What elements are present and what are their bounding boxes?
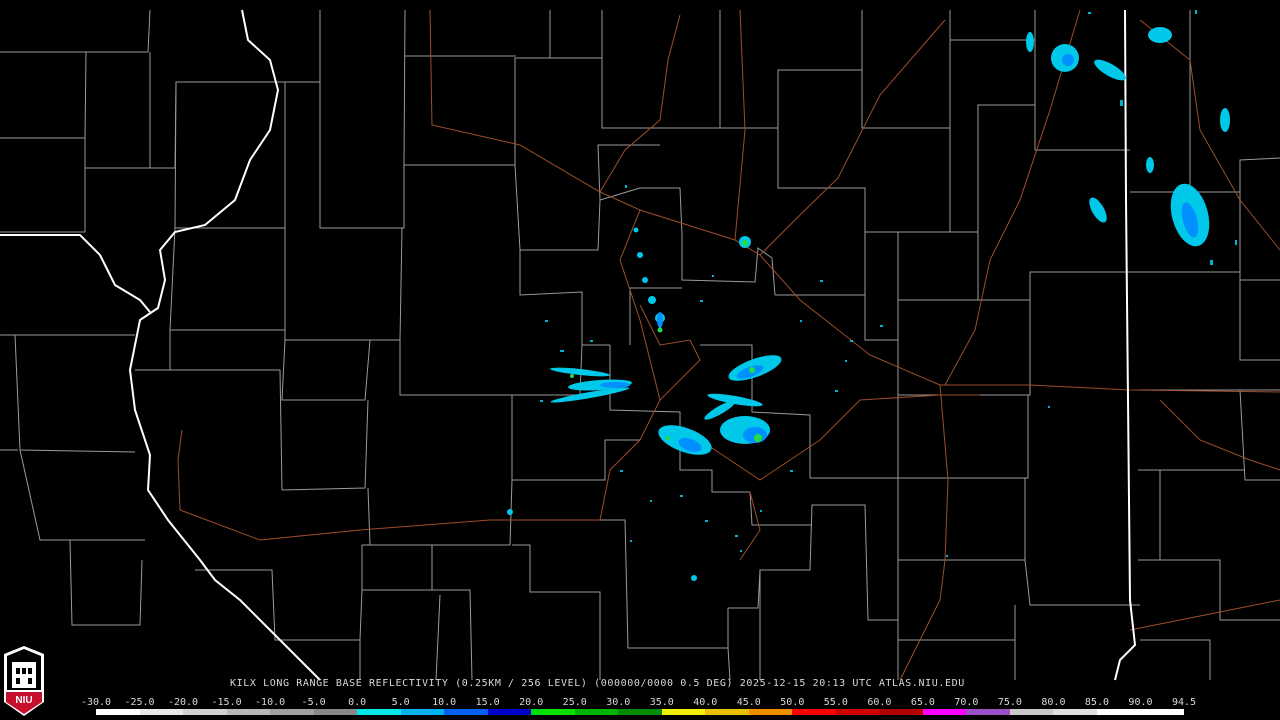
colorbar-tick-label: 55.0 (823, 697, 848, 708)
colorbar-tick-label: -30.0 (80, 697, 112, 708)
colorbar-segment (444, 709, 488, 715)
colorbar-segment (357, 709, 401, 715)
colorbar-tick-label: 0.0 (348, 697, 367, 708)
colorbar-tick-label: 30.0 (606, 697, 631, 708)
colorbar-tick-label: 10.0 (432, 697, 457, 708)
colorbar-tick-label: 94.5 (1171, 697, 1197, 708)
colorbar-segment (1140, 709, 1184, 715)
colorbar-tick-label: 15.0 (475, 697, 500, 708)
colorbar-tick-label: -5.0 (301, 697, 326, 708)
colorbar-segment (661, 709, 706, 715)
colorbar-tick-label: -15.0 (211, 697, 242, 708)
colorbar-segment (618, 709, 662, 715)
colorbar-segment (96, 709, 140, 715)
colorbar-segment (400, 709, 445, 715)
colorbar-tick-label: 75.0 (997, 697, 1022, 708)
colorbar-tick-label: -10.0 (255, 697, 286, 708)
colorbar-segment (705, 709, 749, 715)
colorbar-tick-label: 35.0 (649, 697, 674, 708)
colorbar-segment (183, 709, 227, 715)
colorbar-segment (835, 709, 880, 715)
colorbar-segment (139, 709, 184, 715)
colorbar-tick-label: -20.0 (167, 697, 199, 708)
colorbar-segment (226, 709, 271, 715)
colorbar-segment (1053, 709, 1097, 715)
colorbar-tick-label: 80.0 (1041, 697, 1066, 708)
colorbar-tick-labels: -30.0 -25.0 -20.0 -15.0 -10.0 -5.0 0.0 5.0 10.0 1… (81, 697, 1198, 709)
colorbar-segment (922, 709, 967, 715)
caption-timestamp: 2025-12-15 20:13 UTC (739, 678, 879, 689)
colorbar-tick-label: 65.0 (910, 697, 935, 708)
colorbar-segment (1009, 709, 1054, 715)
colorbar-tick-label: 85.0 (1084, 697, 1109, 708)
colorbar-segment (574, 709, 619, 715)
colorbar-tick-label: -25.0 (124, 697, 155, 708)
colorbar-tick-label: 45.0 (736, 697, 761, 708)
colorbar-segment (487, 709, 532, 715)
colorbar (96, 709, 1184, 715)
colorbar-tick-label: 20.0 (519, 697, 544, 708)
colorbar-tick-label: 70.0 (954, 697, 979, 708)
colorbar-segment (792, 709, 836, 715)
colorbar-segment (879, 709, 923, 715)
colorbar-tick-label: 5.0 (391, 697, 410, 708)
colorbar-segment (748, 709, 793, 715)
colorbar-segment (270, 709, 314, 715)
colorbar-segment (531, 709, 575, 715)
colorbar-tick-label: 90.0 (1128, 697, 1153, 708)
caption-source: ATLAS.NIU.EDU (878, 678, 965, 689)
colorbar-segment (313, 709, 358, 715)
colorbar-tick-label: 40.0 (693, 697, 718, 708)
colorbar-tick-label: 25.0 (562, 697, 587, 708)
colorbar-segment (966, 709, 1010, 715)
niu-logo: NIU (4, 646, 44, 716)
colorbar-segment (1096, 709, 1141, 715)
radar-map (0, 0, 1280, 720)
colorbar-tick-label: 50.0 (780, 697, 805, 708)
caption-product: KILX LONG RANGE BASE REFLECTIVITY (0.25K… (230, 678, 740, 689)
niu-logo-text: NIU (15, 695, 32, 706)
colorbar-tick-label: 60.0 (867, 697, 892, 708)
radar-caption: KILX LONG RANGE BASE REFLECTIVITY (0.25K… (230, 678, 1130, 692)
